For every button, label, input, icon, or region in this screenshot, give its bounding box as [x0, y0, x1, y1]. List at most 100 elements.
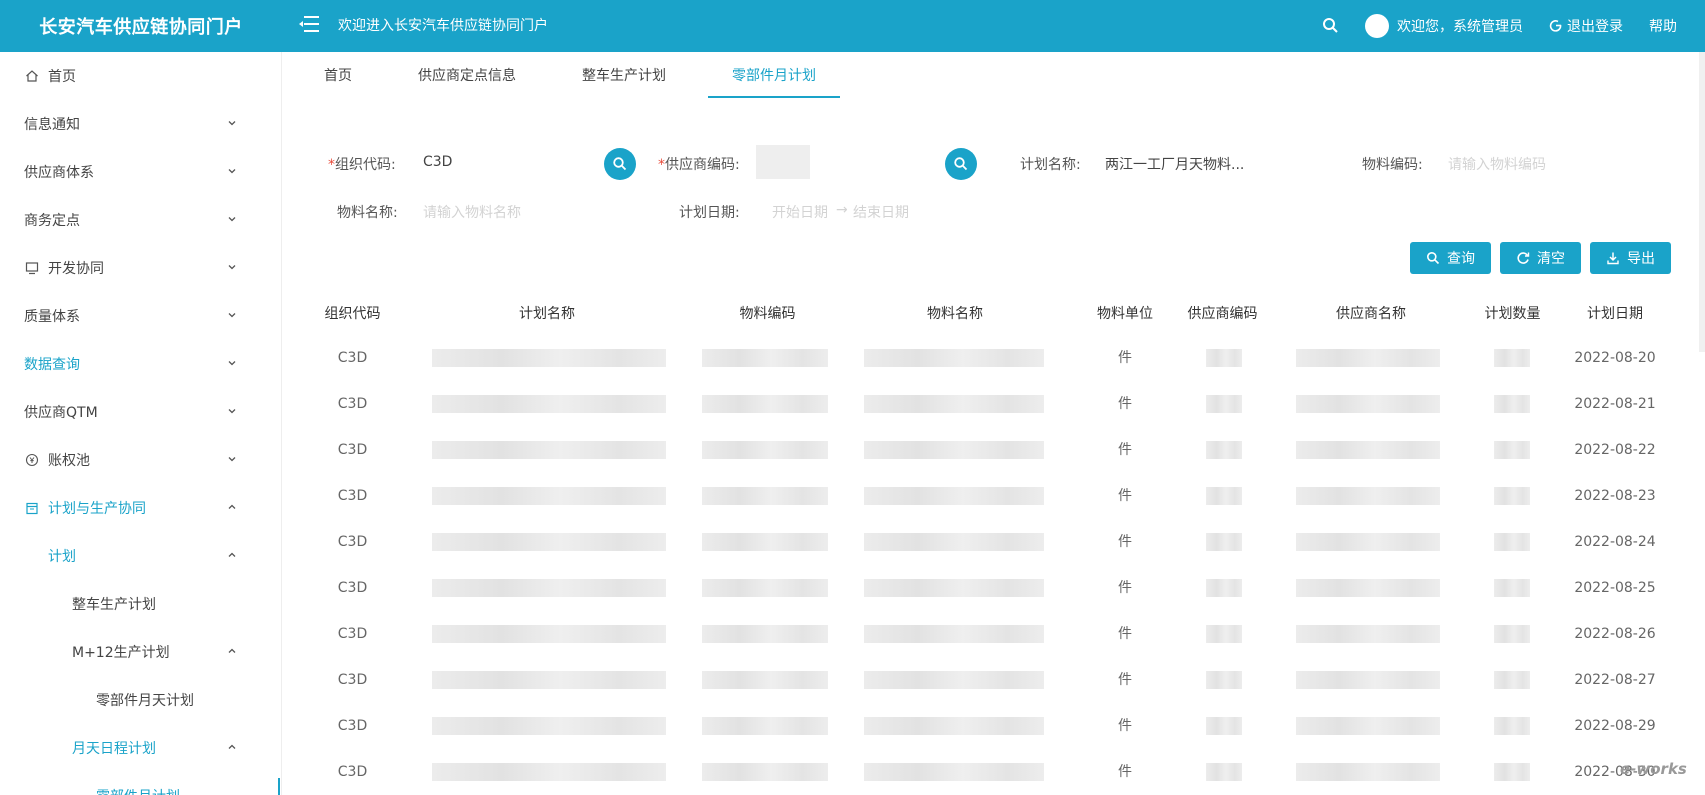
end-date-input[interactable]: 结束日期: [853, 202, 909, 222]
redacted-supplier-code: [1206, 717, 1242, 735]
redacted-plan-name: [432, 579, 666, 597]
material-name-input[interactable]: 请输入物料名称: [423, 202, 521, 222]
query-button[interactable]: 查询: [1410, 242, 1491, 274]
table-row[interactable]: C3D 件 2022-08-30: [300, 749, 1690, 795]
tab-vehicle-plan[interactable]: 整车生产计划: [558, 52, 690, 98]
tab-home[interactable]: 首页: [300, 52, 376, 98]
sidebar-item-dev[interactable]: 开发协同: [0, 244, 281, 292]
search-icon[interactable]: [1321, 16, 1341, 36]
yen-icon: [24, 452, 40, 468]
cell-plan-date: 2022-08-29: [1574, 718, 1656, 734]
redacted-material-code: [702, 441, 828, 459]
tab-supplier-info[interactable]: 供应商定点信息: [394, 52, 540, 98]
cell-unit: 件: [1118, 718, 1132, 734]
sidebar-scroll-indicator: [278, 778, 280, 795]
sidebar-item-data-query[interactable]: 数据查询: [0, 340, 281, 388]
chevron-down-icon: [228, 121, 236, 126]
menu-toggle-icon[interactable]: [298, 14, 320, 34]
org-code-input[interactable]: C3D: [423, 154, 452, 170]
redacted-material-code: [702, 579, 828, 597]
redacted-plan-name: [432, 763, 666, 781]
brand-title: 长安汽车供应链协同门户: [39, 17, 243, 38]
export-button[interactable]: 导出: [1590, 242, 1671, 274]
sidebar-item-plan[interactable]: 计划: [0, 532, 281, 580]
redacted-material-name: [864, 487, 1044, 505]
sidebar-item-label: 计划与生产协同: [48, 501, 146, 517]
table-row[interactable]: C3D 件 2022-08-24: [300, 519, 1690, 565]
table-row[interactable]: C3D 件 2022-08-23: [300, 473, 1690, 519]
redacted-material-code: [702, 349, 828, 367]
cell-unit: 件: [1118, 764, 1132, 780]
redacted-material-code: [702, 395, 828, 413]
plan-name-select[interactable]: 两江一工厂月天物料...: [1105, 154, 1244, 174]
redacted-material-name: [864, 349, 1044, 367]
cell-org-code: C3D: [337, 534, 368, 550]
avatar[interactable]: [1365, 14, 1389, 38]
table-row[interactable]: C3D 件 2022-08-22: [300, 427, 1690, 473]
table-row[interactable]: C3D 件 2022-08-21: [300, 381, 1690, 427]
redacted-plan-name: [432, 671, 666, 689]
sidebar-item-month-day-schedule[interactable]: 月天日程计划: [0, 724, 281, 772]
cell-plan-date: 2022-08-26: [1574, 626, 1656, 642]
org-code-search-button[interactable]: [604, 148, 636, 180]
redacted-material-name: [864, 395, 1044, 413]
col-material-code: 物料编码: [739, 306, 796, 322]
redacted-supplier-code: [1206, 625, 1242, 643]
sidebar-item-parts-month-day[interactable]: 零部件月天计划: [0, 676, 281, 724]
redacted-supplier-code: [1206, 487, 1242, 505]
clear-button[interactable]: 清空: [1500, 242, 1581, 274]
sidebar-item-account-pool[interactable]: 账权池: [0, 436, 281, 484]
redacted-plan-qty: [1494, 349, 1530, 367]
sidebar-item-supplier-system[interactable]: 供应商体系: [0, 148, 281, 196]
cell-org-code: C3D: [337, 488, 368, 504]
tab-bar: 首页 供应商定点信息 整车生产计划 零部件月计划: [300, 52, 858, 98]
sidebar-item-notice[interactable]: 信息通知: [0, 100, 281, 148]
redacted-plan-qty: [1494, 671, 1530, 689]
table-row[interactable]: C3D 件 2022-08-29: [300, 703, 1690, 749]
tab-parts-month-plan[interactable]: 零部件月计划: [708, 52, 840, 98]
logout-button[interactable]: 退出登录: [1549, 16, 1623, 36]
redacted-supplier-name: [1296, 625, 1440, 643]
table-row[interactable]: C3D 件 2022-08-25: [300, 565, 1690, 611]
clear-label: 清空: [1537, 251, 1565, 267]
cell-unit: 件: [1118, 580, 1132, 596]
cell-org-code: C3D: [337, 396, 368, 412]
redacted-plan-qty: [1494, 579, 1530, 597]
sidebar-item-m12-plan[interactable]: M+12生产计划: [0, 628, 281, 676]
chevron-down-icon: [228, 217, 236, 222]
sidebar-item-label: M+12生产计划: [72, 645, 170, 661]
supplier-code-search-button[interactable]: [945, 148, 977, 180]
start-date-input[interactable]: 开始日期: [772, 202, 828, 222]
col-supplier-code: 供应商编码: [1187, 306, 1258, 322]
sidebar-item-vehicle-plan[interactable]: 整车生产计划: [0, 580, 281, 628]
sidebar: 首页 信息通知 供应商体系 商务定点 开发协同 质量体系 数据查询 供应商QTM…: [0, 52, 282, 795]
sidebar-item-business[interactable]: 商务定点: [0, 196, 281, 244]
table-row[interactable]: C3D 件 2022-08-20: [300, 335, 1690, 381]
sidebar-item-parts-month-plan[interactable]: 零部件月计划: [0, 772, 281, 795]
table-row[interactable]: C3D 件 2022-08-27: [300, 657, 1690, 703]
redacted-supplier-code: [1206, 395, 1242, 413]
col-plan-name: 计划名称: [519, 306, 575, 322]
supplier-code-input[interactable]: [756, 145, 810, 179]
sidebar-item-plan-production[interactable]: 计划与生产协同: [0, 484, 281, 532]
material-code-input[interactable]: 请输入物料编码: [1448, 154, 1546, 174]
redacted-plan-name: [432, 625, 666, 643]
table-row[interactable]: C3D 件 2022-08-26: [300, 611, 1690, 657]
sidebar-item-label: 供应商QTM: [24, 405, 98, 421]
page-scrollbar[interactable]: [1699, 52, 1705, 352]
redacted-material-code: [702, 533, 828, 551]
cell-org-code: C3D: [337, 672, 368, 688]
cell-unit: 件: [1118, 442, 1132, 458]
sidebar-item-qtm[interactable]: 供应商QTM: [0, 388, 281, 436]
search-icon: [1427, 252, 1440, 265]
logout-label: 退出登录: [1567, 19, 1623, 35]
redacted-plan-qty: [1494, 625, 1530, 643]
sidebar-item-label: 零部件月天计划: [96, 693, 194, 709]
sidebar-item-quality[interactable]: 质量体系: [0, 292, 281, 340]
sidebar-item-home[interactable]: 首页: [0, 52, 281, 100]
redacted-supplier-code: [1206, 579, 1242, 597]
sidebar-item-label: 计划: [48, 549, 76, 565]
chevron-up-icon: [228, 552, 236, 557]
redacted-supplier-name: [1296, 717, 1440, 735]
help-link[interactable]: 帮助: [1649, 16, 1677, 36]
